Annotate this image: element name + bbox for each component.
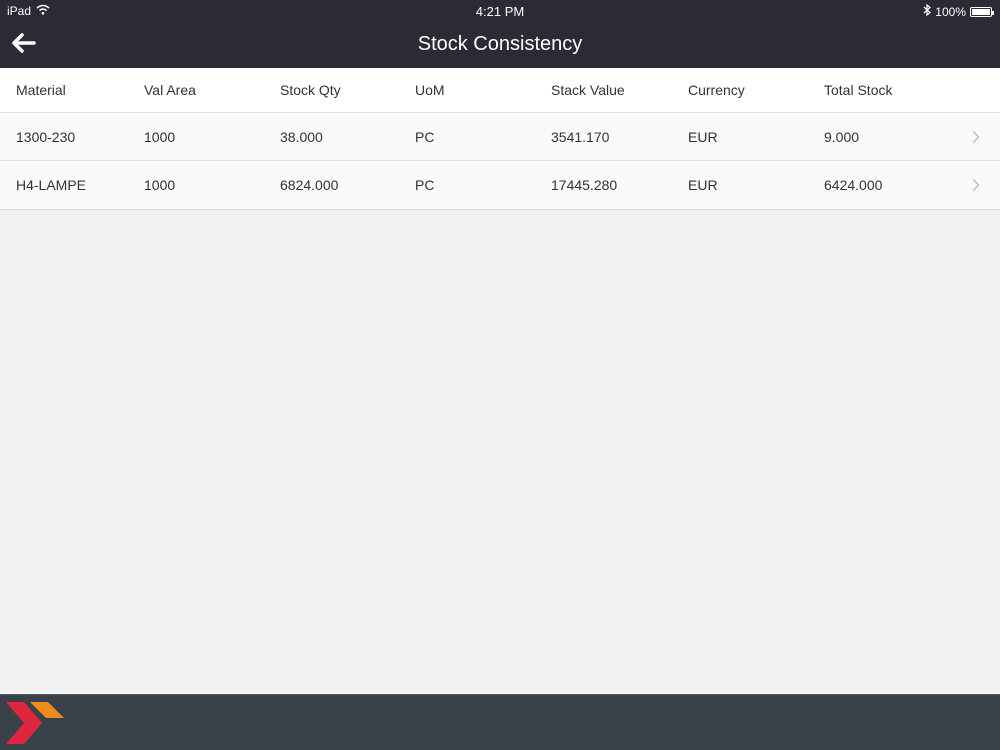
column-header-material: Material: [16, 82, 66, 98]
table-row[interactable]: H4-LAMPE 1000 6824.000 PC 17445.280 EUR …: [0, 161, 1000, 209]
column-header-currency: Currency: [688, 82, 745, 98]
chevron-right-icon: [973, 179, 980, 191]
stock-table: Material Val Area Stock Qty UoM Stack Va…: [0, 68, 1000, 210]
column-header-total-stock: Total Stock: [824, 82, 893, 98]
column-header-stack-value: Stack Value: [551, 82, 625, 98]
cell-total-stock: 6424.000: [824, 177, 883, 193]
cell-material: H4-LAMPE: [16, 177, 87, 193]
table-header: Material Val Area Stock Qty UoM Stack Va…: [0, 68, 1000, 113]
page-title: Stock Consistency: [417, 33, 583, 55]
cell-val-area: 1000: [144, 177, 176, 193]
column-header-uom: UoM: [415, 82, 445, 98]
cell-val-area: 1000: [144, 128, 176, 145]
column-header-stock-qty: Stock Qty: [280, 82, 341, 98]
nav-bar: Stock Consistency: [0, 22, 1000, 68]
status-right: 100%: [923, 3, 994, 19]
cell-stack-value: 17445.280: [551, 177, 618, 193]
status-time: 4:21 PM: [475, 4, 525, 19]
cell-material: 1300-230: [16, 128, 76, 145]
footer-bar: [0, 694, 1000, 750]
status-bar: iPad 4:21 PM 100%: [0, 0, 1000, 22]
cell-currency: EUR: [688, 128, 718, 145]
brand-logo: [6, 702, 64, 744]
cell-uom: PC: [415, 128, 435, 145]
cell-uom: PC: [415, 177, 435, 193]
bluetooth-icon: [923, 3, 932, 19]
cell-total-stock: 9.000: [824, 128, 860, 145]
table-row[interactable]: 1300-230 1000 38.000 PC 3541.170 EUR 9.0…: [0, 113, 1000, 161]
cell-stack-value: 3541.170: [551, 128, 610, 145]
cell-stock-qty: 38.000: [280, 128, 323, 145]
column-header-val-area: Val Area: [144, 82, 196, 98]
battery-icon: [970, 6, 994, 17]
chevron-right-icon: [973, 131, 980, 143]
cell-stock-qty: 6824.000: [280, 177, 339, 193]
battery-percent: 100%: [935, 4, 966, 19]
cell-currency: EUR: [688, 177, 718, 193]
